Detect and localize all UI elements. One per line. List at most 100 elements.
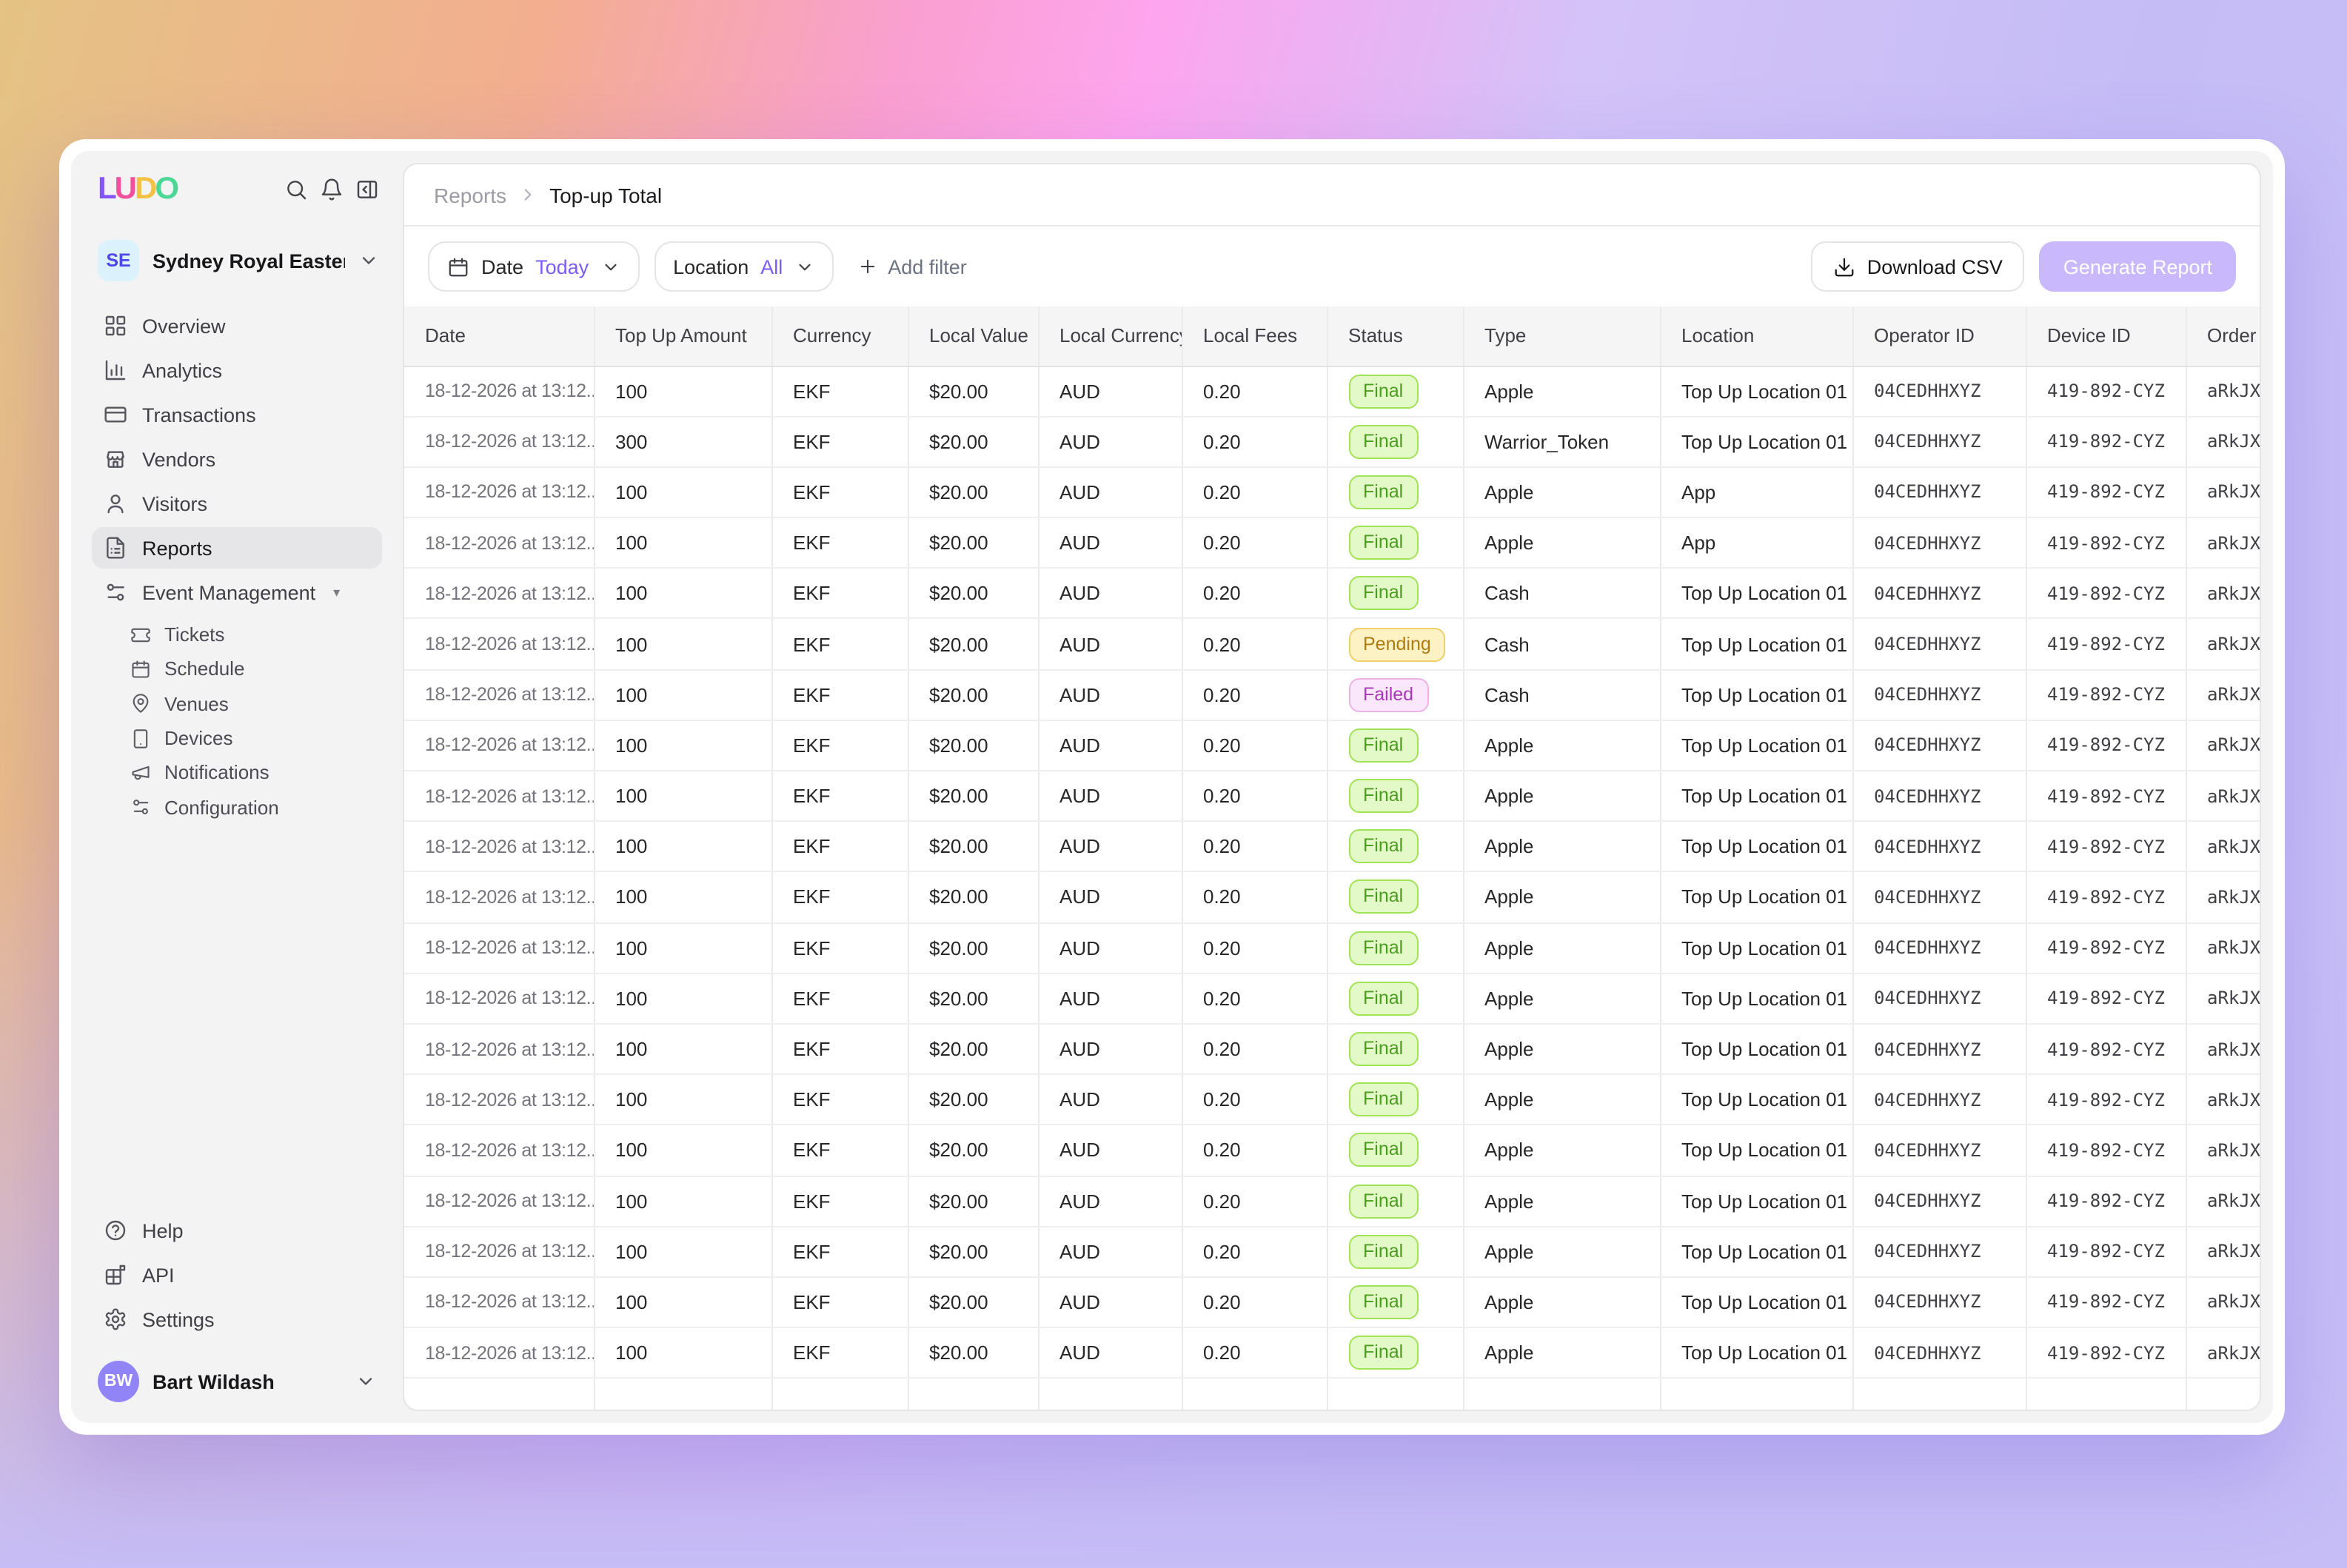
sidebar-item-transactions[interactable]: Transactions: [92, 394, 382, 435]
table-cell: EKF: [771, 669, 908, 720]
collapse-sidebar-icon[interactable]: [355, 178, 379, 201]
table-cell: 419-892-CYZ: [2026, 1277, 2186, 1327]
sidebar-nav: Overview AnalyticsTransactions Vendors Visi…: [92, 305, 382, 572]
sidebar-subitem-notifications[interactable]: Notifications: [92, 755, 382, 790]
table-cell: 0.20: [1182, 1176, 1327, 1226]
table-cell: EKF: [771, 821, 908, 871]
chevron-down-icon: [794, 257, 814, 276]
table-cell: 419-892-CYZ: [2026, 771, 2186, 821]
status-badge: Final: [1348, 728, 1418, 763]
status-badge: Final: [1348, 1336, 1418, 1370]
add-filter-button[interactable]: Add filter: [857, 255, 967, 278]
table-cell: 04CEDHHXYZ: [1852, 517, 2026, 568]
table-row: 18-12-2026 at 13:12...100EKF$20.00AUD0.2…: [404, 1176, 2260, 1226]
table-cell: Final: [1327, 720, 1463, 771]
date-filter[interactable]: Date Today: [428, 241, 639, 292]
status-badge: Final: [1348, 931, 1418, 965]
sidebar-item-label: Overview: [142, 315, 226, 337]
sidebar-subitem-label: Tickets: [164, 623, 224, 646]
table-cell: Apple: [1463, 1125, 1660, 1176]
table-cell: 04CEDHHXYZ: [1852, 1125, 2026, 1176]
status-badge: Final: [1348, 425, 1418, 459]
table-cell: 300: [594, 416, 771, 466]
table-cell: 18-12-2026 at 13:12...: [404, 1176, 594, 1226]
status-badge: Final: [1348, 1082, 1418, 1116]
status-badge: Final: [1348, 1235, 1418, 1269]
sidebar-item-vendors[interactable]: Vendors: [92, 438, 382, 480]
table-cell: AUD: [1038, 619, 1182, 669]
table-cell: aRkJX91: [2186, 922, 2260, 973]
sidebar-item-event-management[interactable]: Event Management ▾: [92, 572, 382, 613]
table-cell: Top Up Location 01: [1660, 1226, 1852, 1276]
breadcrumb: Reports Top-up Total: [404, 164, 2260, 227]
org-selector[interactable]: SE Sydney Royal Easter S...: [98, 240, 379, 281]
table-cell: 04CEDHHXYZ: [1852, 1226, 2026, 1276]
sidebar-subitem-schedule[interactable]: Schedule: [92, 652, 382, 687]
table-cell: 100: [594, 517, 771, 568]
status-badge: Final: [1348, 1032, 1418, 1066]
sidebar-subitem-devices[interactable]: Devices: [92, 721, 382, 756]
reports-icon: [104, 536, 127, 560]
sidebar-item-label: Vendors: [142, 448, 215, 470]
download-csv-button[interactable]: Download CSV: [1811, 241, 2025, 292]
generate-report-button[interactable]: Generate Report: [2040, 241, 2236, 292]
column-header: Currency: [771, 306, 908, 366]
table-cell: Top Up Location 01: [1660, 669, 1852, 720]
table-cell: Top Up Location 01: [1660, 416, 1852, 466]
sidebar-subitem-tickets[interactable]: Tickets: [92, 617, 382, 652]
table-cell: 100: [594, 669, 771, 720]
table-cell: Top Up Location 01: [1660, 1277, 1852, 1327]
generate-report-label: Generate Report: [2063, 255, 2212, 278]
sidebar-item-reports[interactable]: Reports: [92, 527, 382, 569]
table-cell: Final: [1327, 517, 1463, 568]
table-row: 18-12-2026 at 13:12...100EKF$20.00AUD0.2…: [404, 619, 2260, 669]
sidebar-item-settings[interactable]: Settings: [92, 1299, 382, 1340]
sidebar-subitem-configuration[interactable]: Configuration: [92, 790, 382, 825]
event-management-sublist: Tickets ScheduleVenuesDevicesNotification…: [92, 617, 382, 825]
table-cell: $20.00: [908, 974, 1038, 1024]
breadcrumb-parent[interactable]: Reports: [434, 183, 506, 207]
logo-letter: L: [98, 172, 115, 207]
table-cell: $20.00: [908, 517, 1038, 568]
status-badge: Pending: [1348, 627, 1446, 661]
sidebar-item-api[interactable]: API: [92, 1254, 382, 1296]
sliders-icon: [104, 580, 127, 604]
table-cell: 100: [594, 1074, 771, 1125]
sidebar-header: LUDO: [98, 172, 379, 207]
logo-letter: O: [155, 172, 177, 207]
table-cell: 0.20: [1182, 974, 1327, 1024]
ticket-icon: [130, 624, 151, 645]
sidebar-item-analytics[interactable]: Analytics: [92, 349, 382, 391]
logo-letter: D: [135, 172, 155, 207]
table-cell: 04CEDHHXYZ: [1852, 720, 2026, 771]
table-cell: EKF: [771, 1074, 908, 1125]
sidebar-item-visitors[interactable]: Visitors: [92, 483, 382, 524]
table-cell: Cash: [1463, 619, 1660, 669]
sidebar-item-overview[interactable]: Overview: [92, 305, 382, 346]
location-filter[interactable]: Location All: [654, 241, 833, 292]
table-cell: 04CEDHHXYZ: [1852, 366, 2026, 416]
table-cell: 0.20: [1182, 720, 1327, 771]
table-cell: 18-12-2026 at 13:12...: [404, 1226, 594, 1276]
status-badge: Final: [1348, 1133, 1418, 1167]
table-cell: 0.20: [1182, 366, 1327, 416]
chevron-down-icon: [355, 1371, 376, 1392]
sidebar-subitem-venues[interactable]: Venues: [92, 686, 382, 721]
table-cell: [1182, 1378, 1327, 1410]
search-icon[interactable]: [284, 178, 308, 201]
sidebar-item-label: Help: [142, 1219, 184, 1242]
visitors-icon: [104, 492, 127, 515]
table-cell: EKF: [771, 1277, 908, 1327]
table-cell: Top Up Location 01: [1660, 569, 1852, 619]
user-menu[interactable]: BW Bart Wildash: [92, 1361, 382, 1405]
table-cell: 18-12-2026 at 13:12...: [404, 821, 594, 871]
table-cell: 0.20: [1182, 467, 1327, 517]
bell-icon[interactable]: [320, 178, 344, 201]
table-cell: Final: [1327, 974, 1463, 1024]
table-row: 18-12-2026 at 13:12...100EKF$20.00AUD0.2…: [404, 974, 2260, 1024]
sidebar-item-help[interactable]: Help: [92, 1210, 382, 1251]
table-cell: EKF: [771, 1024, 908, 1074]
table-cell: AUD: [1038, 1024, 1182, 1074]
table-cell: 419-892-CYZ: [2026, 1074, 2186, 1125]
status-badge: Failed: [1348, 677, 1428, 711]
